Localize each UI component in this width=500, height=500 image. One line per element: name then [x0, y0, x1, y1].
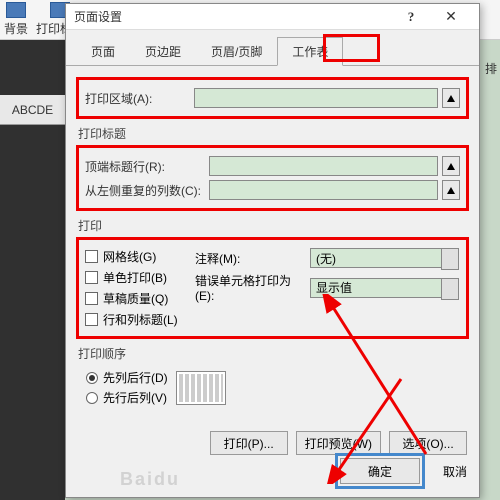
title-rows-picker-icon[interactable]: [442, 156, 460, 176]
print-button[interactable]: 打印(P)...: [210, 431, 288, 455]
draft-label: 草稿质量(Q): [103, 290, 168, 307]
gridlines-checkbox[interactable]: [85, 250, 98, 263]
dialog-titlebar: 页面设置 ? ✕: [66, 4, 479, 30]
title-cols-input[interactable]: [209, 180, 438, 200]
options-button[interactable]: 选项(O)...: [389, 431, 467, 455]
help-button[interactable]: ?: [391, 4, 431, 30]
order-over-label: 先行后列(V): [103, 389, 167, 406]
highlight-titles: 顶端标题行(R): 从左侧重复的列数(C):: [76, 145, 469, 211]
sheet-background: ABCDE: [0, 40, 65, 500]
tab-page[interactable]: 页面: [76, 37, 130, 66]
dialog-body: 打印区域(A): 打印标题 顶端标题行(R): 从左侧重复的列数(C): 打印: [66, 66, 479, 421]
draft-checkbox[interactable]: [85, 292, 98, 305]
comments-label: 注释(M):: [195, 250, 310, 267]
errors-select[interactable]: 显示值: [310, 278, 442, 298]
print-section-label: 打印: [78, 217, 467, 234]
ribbon-bg-label: 背景: [4, 20, 28, 37]
right-sort-label: 排: [485, 60, 497, 77]
tab-sheet[interactable]: 工作表: [277, 37, 343, 66]
highlight-print-options: 网格线(G) 单色打印(B) 草稿质量(Q) 行和列标题(L) 注释(M): (…: [76, 237, 469, 339]
order-over-radio[interactable]: [86, 392, 98, 404]
bw-label: 单色打印(B): [103, 269, 167, 286]
order-preview-icon: [176, 371, 226, 405]
tab-strip: 页面 页边距 页眉/页脚 工作表: [66, 30, 479, 66]
preview-button[interactable]: 打印预览(W): [296, 431, 381, 455]
column-headers: ABCDE: [0, 95, 65, 125]
gridlines-label: 网格线(G): [103, 248, 156, 265]
bg-icon: [6, 2, 26, 18]
errors-label: 错误单元格打印为(E):: [195, 272, 310, 303]
ok-button[interactable]: 确定: [340, 458, 420, 484]
rowcol-label: 行和列标题(L): [103, 311, 178, 328]
rowcol-checkbox[interactable]: [85, 313, 98, 326]
title-cols-label: 从左侧重复的列数(C):: [85, 182, 205, 199]
order-down-radio[interactable]: [86, 372, 98, 384]
order-section-label: 打印顺序: [78, 345, 467, 362]
highlight-ok: 确定: [335, 453, 425, 489]
titles-section-label: 打印标题: [78, 125, 467, 142]
title-cols-picker-icon[interactable]: [442, 180, 460, 200]
print-area-label: 打印区域(A):: [85, 90, 190, 107]
button-bar: 打印(P)... 打印预览(W) 选项(O)...: [66, 431, 479, 455]
highlight-print-area: 打印区域(A):: [76, 77, 469, 119]
dialog-title: 页面设置: [74, 8, 391, 25]
page-setup-dialog: 页面设置 ? ✕ 页面 页边距 页眉/页脚 工作表 打印区域(A): 打印标题 …: [65, 3, 480, 498]
close-button[interactable]: ✕: [431, 4, 471, 30]
tab-header[interactable]: 页眉/页脚: [196, 37, 277, 66]
order-down-label: 先列后行(D): [103, 369, 168, 386]
title-rows-label: 顶端标题行(R):: [85, 158, 205, 175]
tab-margins[interactable]: 页边距: [130, 37, 196, 66]
cancel-button[interactable]: 取消: [443, 463, 467, 480]
print-area-input[interactable]: [194, 88, 438, 108]
print-area-picker-icon[interactable]: [442, 88, 460, 108]
comments-select[interactable]: (无): [310, 248, 442, 268]
ribbon-bg[interactable]: 背景: [4, 2, 28, 37]
ok-bar: 确定 取消: [66, 453, 479, 489]
bw-checkbox[interactable]: [85, 271, 98, 284]
title-rows-input[interactable]: [209, 156, 438, 176]
